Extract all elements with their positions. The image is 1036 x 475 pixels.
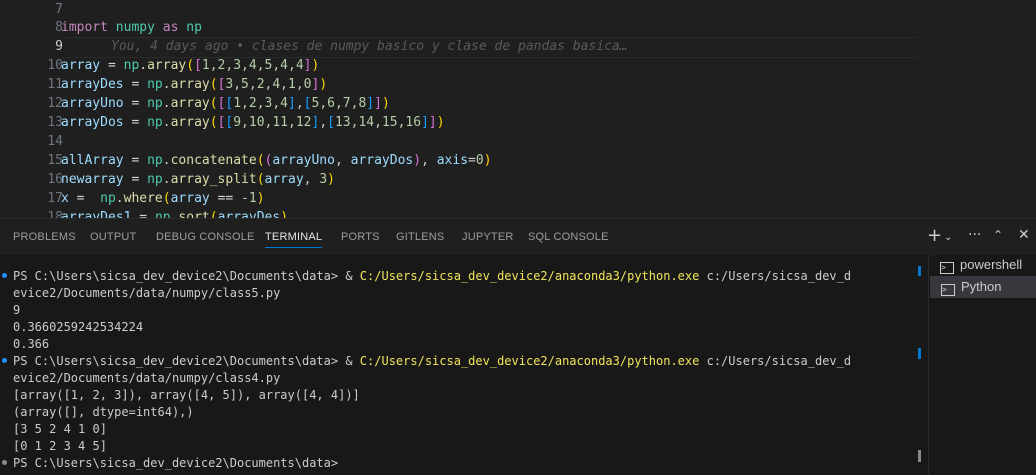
terminal-line: 0.366: [13, 337, 50, 351]
terminal-line: 0.3660259242534224: [13, 320, 144, 334]
terminal-prompt: PS C:\Users\sicsa_dev_device2\Documents\…: [13, 456, 339, 470]
maximize-panel-icon[interactable]: ⌃: [993, 228, 1003, 242]
tab-ports[interactable]: PORTS: [341, 231, 380, 243]
tab-debug-console[interactable]: DEBUG CONSOLE: [156, 231, 255, 243]
tab-jupyter[interactable]: JUPYTER: [462, 231, 514, 243]
terminal-item-python[interactable]: > Python: [930, 276, 1036, 298]
chevron-down-icon[interactable]: ⌄: [944, 232, 952, 243]
new-terminal-icon[interactable]: +: [927, 225, 942, 246]
terminal-line: PS C:\Users\sicsa_dev_device2\Documents\…: [13, 269, 852, 283]
scrollbar-marker[interactable]: [918, 266, 921, 276]
close-icon[interactable]: ✕: [1018, 227, 1030, 243]
tab-gitlens[interactable]: GITLENS: [396, 231, 444, 243]
more-actions-icon[interactable]: ···: [968, 227, 981, 243]
terminal-line: PS C:\Users\sicsa_dev_device2\Documents\…: [13, 354, 852, 368]
terminal-line: [3 5 2 4 1 0]: [13, 422, 107, 436]
terminal-line: evice2/Documents/data/numpy/class4.py: [13, 371, 281, 385]
terminal-item-powershell[interactable]: > powershell: [930, 255, 1036, 275]
command-decoration[interactable]: [2, 273, 7, 278]
terminal-output[interactable]: PS C:\Users\sicsa_dev_device2\Documents\…: [0, 255, 928, 475]
tab-problems[interactable]: PROBLEMS: [13, 231, 76, 243]
terminal-line: (array([], dtype=int64),): [13, 405, 194, 419]
terminal-line: evice2/Documents/data/numpy/class5.py: [13, 286, 281, 300]
terminal-line: [array([1, 2, 3]), array([4, 5]), array(…: [13, 388, 360, 402]
scrollbar-marker[interactable]: [918, 348, 921, 359]
scrollbar-marker[interactable]: [918, 450, 921, 462]
terminal-icon: >: [941, 284, 955, 296]
tab-output[interactable]: OUTPUT: [90, 231, 136, 243]
terminal-line: 9: [13, 303, 21, 317]
command-decoration[interactable]: [2, 460, 7, 465]
line-number: 8: [55, 20, 63, 35]
terminal-list: > powershell > Python: [928, 255, 1036, 475]
panel-tab-bar: PROBLEMS OUTPUT DEBUG CONSOLE TERMINAL P…: [0, 219, 1036, 255]
command-decoration[interactable]: [2, 358, 7, 363]
terminal-item-label: Python: [961, 279, 1002, 294]
line-number: 7: [55, 2, 63, 17]
terminal-item-label: powershell: [960, 257, 1023, 272]
line-number: 9: [55, 39, 63, 54]
tab-terminal[interactable]: TERMINAL: [265, 231, 323, 248]
tab-sql-console[interactable]: SQL CONSOLE: [528, 231, 609, 243]
git-blame-annotation: You, 4 days ago • clases de numpy basico…: [111, 39, 628, 54]
code-editor[interactable]: 7 8 import numpy as np 9 You, 4 days ago •…: [0, 0, 1036, 218]
terminal-line: [0 1 2 3 4 5]: [13, 439, 107, 453]
terminal-icon: >: [940, 262, 954, 274]
